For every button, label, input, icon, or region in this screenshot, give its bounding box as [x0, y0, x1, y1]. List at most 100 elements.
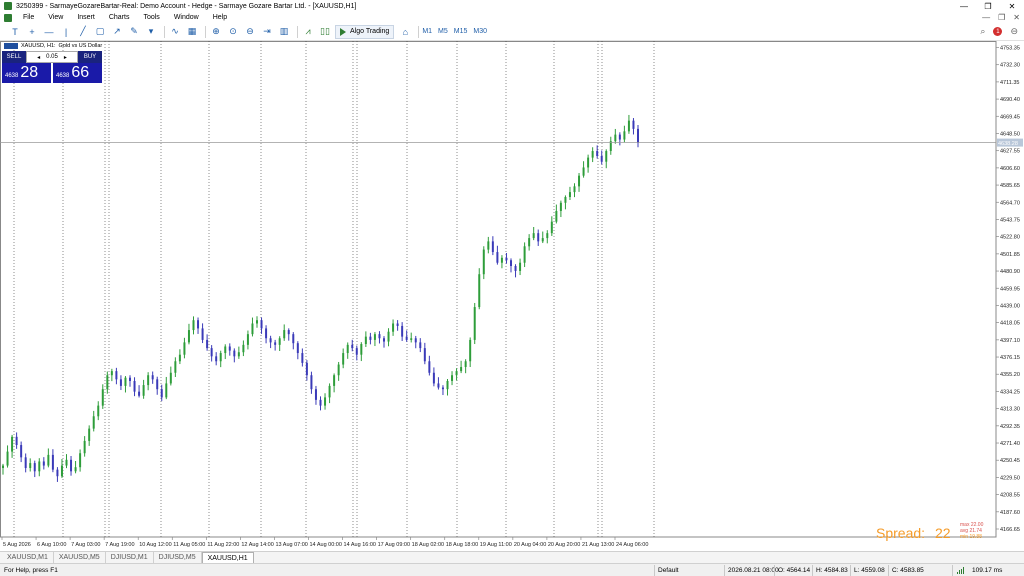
- candle-body: [15, 436, 18, 446]
- maximize-button[interactable]: ❐: [976, 0, 1000, 12]
- candle-body: [355, 348, 358, 355]
- zoom-out-icon[interactable]: ⊖: [243, 25, 257, 39]
- candle-body: [119, 379, 122, 386]
- grid-icon[interactable]: ▦: [185, 25, 199, 39]
- lot-decrease-icon[interactable]: ◂: [37, 54, 40, 61]
- plot-frame: [0, 41, 997, 538]
- candle-body: [428, 361, 431, 373]
- toolbar-separator: [164, 25, 165, 38]
- y-tick-label: 4439.00: [1000, 303, 1020, 309]
- tab-xauusd-m5[interactable]: XAUUSD,M5: [54, 552, 106, 563]
- account-icon[interactable]: ⊖: [1010, 26, 1018, 37]
- auto-scroll-icon[interactable]: ⇥: [260, 25, 274, 39]
- y-tick-label: 4208.55: [1000, 493, 1020, 499]
- toolbar-separator: [297, 25, 298, 38]
- trendline-icon[interactable]: ╱: [76, 25, 90, 39]
- play-icon: [340, 27, 346, 36]
- profile-name[interactable]: Default: [658, 567, 679, 574]
- status-separator: [850, 565, 851, 576]
- cursor-icon[interactable]: T: [8, 25, 22, 39]
- mdi-restore-button[interactable]: ❐: [998, 13, 1005, 22]
- candle-body: [301, 353, 304, 363]
- candle-body: [147, 375, 150, 386]
- candle-body: [115, 371, 118, 380]
- crosshair-icon[interactable]: +: [25, 25, 39, 39]
- mdi-minimize-button[interactable]: —: [982, 13, 990, 22]
- algo-icon[interactable]: ⌂: [398, 25, 412, 39]
- menu-tools[interactable]: Tools: [136, 14, 166, 21]
- menu-insert[interactable]: Insert: [70, 14, 102, 21]
- lot-increase-icon[interactable]: ▸: [64, 54, 67, 61]
- arrow-icon[interactable]: ↗: [110, 25, 124, 39]
- indicator-icon[interactable]: ∿: [168, 25, 182, 39]
- algo-trading-button[interactable]: Algo Trading: [335, 24, 395, 39]
- symbol-name: XAUUSD, H1:: [21, 43, 56, 49]
- candle-body: [92, 416, 95, 429]
- vline-icon[interactable]: |: [59, 25, 73, 39]
- menu-charts[interactable]: Charts: [102, 14, 137, 21]
- minimize-button[interactable]: —: [952, 0, 976, 12]
- y-tick-label: 4732.30: [1000, 63, 1020, 69]
- candle-body: [392, 323, 395, 332]
- timeframe-m15[interactable]: M15: [454, 28, 468, 35]
- app-logo-icon: [4, 2, 12, 10]
- chart-window-icon: [4, 13, 12, 22]
- candle-body: [360, 344, 363, 355]
- x-tick-label: 18 Aug 18:00: [446, 542, 478, 548]
- sell-price[interactable]: 4638 28: [2, 63, 51, 83]
- market-icon[interactable]: ▯▯: [318, 25, 332, 39]
- candle-body: [60, 465, 63, 477]
- buy-button[interactable]: BUY: [78, 51, 102, 63]
- timeframe-m5[interactable]: M5: [438, 28, 448, 35]
- y-tick-label: 4229.50: [1000, 475, 1020, 481]
- chart-area[interactable]: 4638.28 4753.35 4732.30 4711.35 4690.40 4669.…: [0, 41, 1024, 551]
- x-tick-label: 20 Aug 04:00: [514, 542, 546, 548]
- pen-icon[interactable]: ✎: [127, 25, 141, 39]
- close-button[interactable]: ✕: [1000, 0, 1024, 12]
- tab-djiusd-m5[interactable]: DJIUSD,M5: [154, 552, 202, 563]
- candle-body: [632, 120, 635, 129]
- tab-djiusd-m1[interactable]: DJIUSD,M1: [106, 552, 154, 563]
- candle-body: [219, 353, 222, 362]
- buy-price[interactable]: 4638 66: [51, 63, 102, 83]
- candle-body: [265, 328, 268, 339]
- toolbar: T + — | ╱ ▢ ↗ ✎ ▾ ∿ ▦ ⊕ ⊙ ⊖ ⇥ ▥ ⩘ ▯▯ Alg…: [0, 23, 1024, 41]
- status-separator: [654, 565, 655, 576]
- sell-price-prefix: 4638: [5, 73, 19, 79]
- dropdown-icon[interactable]: ▾: [144, 25, 158, 39]
- candle-body: [437, 383, 440, 388]
- line-chart-icon[interactable]: ⩘: [301, 25, 315, 39]
- candle-body: [187, 330, 190, 343]
- lot-size-input[interactable]: ◂ 0.05 ▸: [26, 51, 78, 63]
- shapes-icon[interactable]: ▢: [93, 25, 107, 39]
- timeframe-m30[interactable]: M30: [473, 28, 487, 35]
- window-title: 3250399 - SarmayeGozareBartar-Real: Demo…: [16, 2, 357, 10]
- timeframe-m1[interactable]: M1: [422, 28, 432, 35]
- candle-body: [618, 134, 621, 140]
- tab-xauusd-h1[interactable]: XAUUSD,H1: [201, 552, 254, 563]
- menu-window[interactable]: Window: [167, 14, 206, 21]
- chart-shift-icon[interactable]: ⊙: [226, 25, 240, 39]
- lot-value: 0.05: [46, 54, 58, 60]
- candle-body: [274, 342, 277, 345]
- x-tick-label: 7 Aug 03:00: [71, 542, 100, 548]
- price-chart[interactable]: 4638.28 4753.35 4732.30 4711.35 4690.40 4669.…: [0, 41, 1024, 551]
- menu-view[interactable]: View: [41, 14, 70, 21]
- search-icon[interactable]: ⌕: [980, 26, 985, 37]
- symbol-description: Gold vs US Dollar: [58, 43, 103, 49]
- menu-help[interactable]: Help: [206, 14, 234, 21]
- candle-body: [74, 467, 77, 472]
- mdi-close-button[interactable]: ✕: [1013, 13, 1020, 22]
- zoom-in-icon[interactable]: ⊕: [209, 25, 223, 39]
- menu-file[interactable]: File: [16, 14, 41, 21]
- sell-button[interactable]: SELL: [2, 51, 26, 63]
- x-tick-label: 5 Aug 2026: [3, 542, 31, 548]
- hline-icon[interactable]: —: [42, 25, 56, 39]
- candles-icon[interactable]: ▥: [277, 25, 291, 39]
- bell-icon[interactable]: 1: [993, 27, 1003, 36]
- x-tick-label: 11 Aug 22:00: [207, 542, 239, 548]
- tab-xauusd-m1[interactable]: XAUUSD,M1: [2, 552, 54, 563]
- candle-body: [337, 364, 340, 376]
- spread-min-value: 19.88: [969, 534, 982, 540]
- candle-body: [605, 151, 608, 162]
